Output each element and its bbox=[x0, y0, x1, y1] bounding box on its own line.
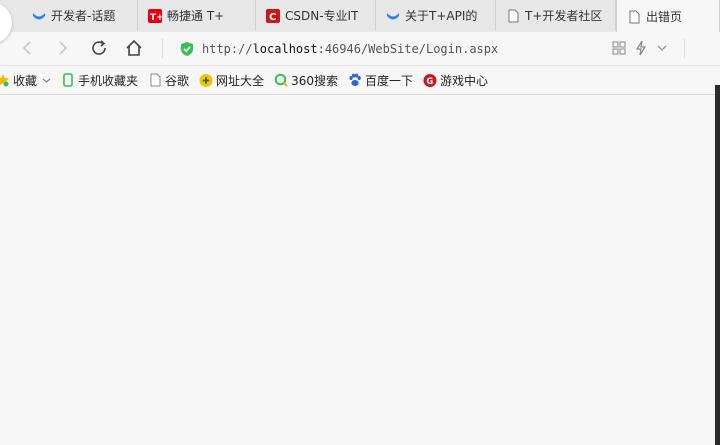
bird-icon bbox=[32, 9, 46, 23]
page-icon bbox=[148, 73, 162, 87]
address-bar[interactable]: http://localhost:46946/WebSite/Login.asp… bbox=[180, 36, 680, 61]
bookmark-label: 游戏中心 bbox=[439, 73, 488, 88]
baidu-paw-icon bbox=[348, 73, 362, 87]
address-dropdown-button[interactable] bbox=[651, 37, 673, 59]
bookmark-label: 百度一下 bbox=[364, 73, 413, 88]
tplus-icon: T+ bbox=[148, 8, 162, 23]
url-prefix: http:// bbox=[202, 41, 253, 56]
secure-shield-icon bbox=[180, 41, 194, 57]
tab-label: 关于T+API的 bbox=[405, 9, 478, 23]
game-icon: G bbox=[423, 73, 437, 87]
tab-label: 出错页 bbox=[646, 10, 683, 24]
chevron-down-icon bbox=[657, 45, 667, 51]
bookmark-mobile-favorites[interactable]: 手机收藏夹 bbox=[61, 72, 138, 89]
grid-icon bbox=[612, 41, 626, 55]
url-host: localhost bbox=[252, 41, 318, 56]
bookmark-google[interactable]: 谷歌 bbox=[148, 72, 189, 89]
bookmark-baidu[interactable]: 百度一下 bbox=[348, 72, 413, 89]
toolbar-divider bbox=[684, 39, 685, 58]
bookmark-label: 收藏 bbox=[13, 73, 38, 88]
tab-csdn[interactable]: C CSDN-专业IT bbox=[256, 0, 376, 31]
toolbar-divider bbox=[162, 39, 163, 58]
tab-label: 畅捷通 T+ bbox=[167, 9, 225, 23]
svg-text:T+: T+ bbox=[150, 13, 162, 23]
nav-toolbar: http://localhost:46946/WebSite/Login.asp… bbox=[0, 32, 720, 66]
tab-error-page[interactable]: 出错页 bbox=[616, 0, 720, 33]
tab-chanjet-tplus[interactable]: T+ 畅捷通 T+ bbox=[138, 0, 256, 31]
back-button[interactable] bbox=[16, 37, 38, 59]
tab-bar: 开发者-话题 T+ 畅捷通 T+ C CSDN-专业IT 关于T+API的 T+… bbox=[0, 0, 720, 33]
speed-mode-button[interactable] bbox=[630, 37, 652, 59]
tab-label: T+开发者社区 bbox=[525, 9, 603, 23]
tab-tplus-dev-community[interactable]: T+开发者社区 bbox=[496, 0, 616, 31]
bookmark-label: 谷歌 bbox=[165, 73, 190, 88]
tab-developer-topic[interactable]: 开发者-话题 bbox=[22, 0, 138, 31]
bird-icon bbox=[386, 9, 400, 23]
search360-icon bbox=[274, 73, 288, 87]
home-icon bbox=[126, 39, 142, 56]
svg-text:C: C bbox=[269, 12, 276, 23]
csdn-icon: C bbox=[266, 8, 280, 23]
url-rest: :46946/WebSite/Login.aspx bbox=[317, 41, 499, 56]
star-icon bbox=[0, 73, 10, 87]
bookmark-label: 网址大全 bbox=[216, 73, 265, 88]
refresh-icon bbox=[92, 40, 106, 55]
home-button[interactable] bbox=[123, 37, 145, 59]
back-arrow-icon bbox=[22, 41, 31, 55]
svg-text:G: G bbox=[426, 75, 433, 85]
refresh-button[interactable] bbox=[88, 37, 110, 59]
window-right-edge bbox=[715, 85, 720, 445]
bookmark-label: 手机收藏夹 bbox=[78, 73, 139, 88]
bookmark-label: 360搜索 bbox=[291, 73, 338, 88]
forward-arrow-icon bbox=[59, 41, 68, 55]
chevron-down-icon bbox=[42, 77, 51, 84]
url-text[interactable]: http://localhost:46946/WebSite/Login.asp… bbox=[202, 42, 498, 56]
tab-label: 开发者-话题 bbox=[51, 9, 116, 23]
phone-icon bbox=[61, 73, 75, 87]
bookmark-site-directory[interactable]: 网址大全 bbox=[199, 72, 264, 89]
bookmark-favorites[interactable]: 收藏 bbox=[0, 72, 51, 89]
tab-label: CSDN-专业IT bbox=[285, 9, 359, 23]
tab-tplus-api[interactable]: 关于T+API的 bbox=[376, 0, 496, 31]
bookmark-360-search[interactable]: 360搜索 bbox=[274, 72, 338, 89]
qr-code-button[interactable] bbox=[608, 37, 630, 59]
page-icon bbox=[506, 9, 520, 23]
bookmarks-bar: 收藏 手机收藏夹 谷歌 网址大全 360搜索 百度一下 G 游戏中心 bbox=[0, 66, 720, 95]
bookmark-game-center[interactable]: G 游戏中心 bbox=[423, 72, 488, 89]
lightning-icon bbox=[635, 40, 647, 56]
globe-icon bbox=[199, 73, 213, 87]
page-icon bbox=[627, 10, 641, 24]
forward-button[interactable] bbox=[52, 37, 74, 59]
page-content bbox=[0, 95, 720, 445]
